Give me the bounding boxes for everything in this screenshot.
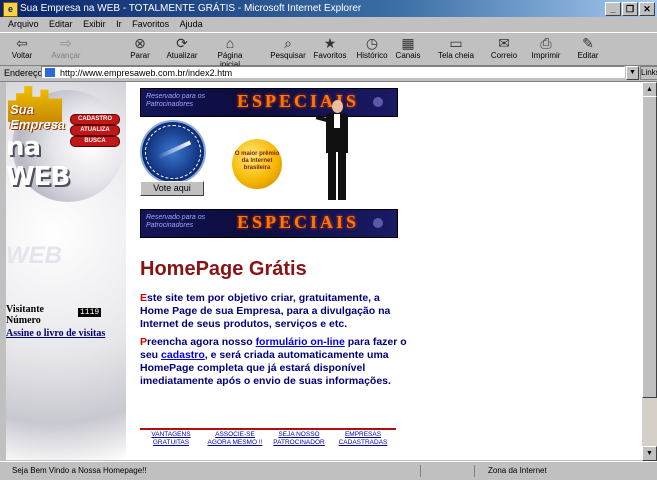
- refresh-button[interactable]: ⟳ Atualizar: [162, 35, 202, 60]
- history-button[interactable]: ◷ Histórico: [352, 35, 392, 60]
- edit-icon: ✎: [582, 35, 594, 51]
- status-message: Seja Bem Vindo a Nossa Homepage!!: [12, 466, 147, 475]
- star-icon: [373, 218, 383, 228]
- channels-icon: ▦: [401, 35, 415, 51]
- logo-na-web: na WEB: [6, 132, 70, 192]
- scroll-down-arrow-icon[interactable]: ▼: [642, 446, 657, 461]
- guestbook-link[interactable]: Assine o livro de visitas: [6, 328, 105, 339]
- scroll-up-arrow-icon[interactable]: ▲: [642, 82, 657, 97]
- stop-icon: ⊗: [134, 35, 146, 51]
- banner-reserved-text: Reservado para os Patrocinadores: [146, 93, 206, 108]
- footer-divider: [140, 428, 396, 430]
- cadastro-link[interactable]: cadastro: [161, 349, 205, 361]
- menu-bar: Arquivo Editar Exibir Ir Favoritos Ajuda: [0, 17, 657, 31]
- channels-button[interactable]: ▦ Canais: [388, 35, 428, 60]
- banner-reserved-text: Reservado para os Patrocinadores: [146, 214, 206, 229]
- left-column: Sua Empresa na WEB CADASTRO ATUALIZA BUS…: [6, 82, 126, 460]
- presenter-figure: [315, 100, 358, 202]
- search-button[interactable]: ⌕ Pesquisar: [268, 35, 308, 60]
- window-title: Sua Empresa na WEB - TOTALMENTE GRÁTIS -…: [20, 3, 362, 14]
- page-icon: [45, 68, 55, 77]
- back-button[interactable]: ⇦ Voltar: [2, 35, 42, 60]
- faded-watermark: WEB: [6, 242, 62, 269]
- visitor-counter-label: Visitante Número: [6, 304, 44, 326]
- intro-paragraph: Este site tem por objetivo criar, gratui…: [140, 292, 391, 330]
- star-icon: [373, 97, 383, 107]
- favorites-button[interactable]: ★ Favoritos: [310, 35, 350, 60]
- fullscreen-icon: ▭: [449, 35, 463, 51]
- address-label: Endereço: [4, 68, 43, 78]
- links-button[interactable]: Links: [640, 66, 657, 80]
- vote-award-logo-icon[interactable]: [140, 120, 206, 184]
- busca-button[interactable]: BUSCA: [70, 136, 120, 147]
- home-button[interactable]: ⌂ Página inicial: [207, 35, 253, 69]
- logo-sua-empresa: Sua Empresa: [10, 102, 65, 132]
- banner-title: ESPECIAIS: [237, 212, 360, 232]
- forward-button[interactable]: ⇨ Avançar: [46, 35, 86, 60]
- menu-favoritos[interactable]: Favoritos: [132, 19, 169, 29]
- stop-button[interactable]: ⊗ Parar: [120, 35, 160, 60]
- refresh-icon: ⟳: [176, 35, 188, 51]
- close-button[interactable]: ✕: [639, 2, 655, 16]
- mail-button[interactable]: ✉ Correio: [484, 35, 524, 60]
- prize-badge[interactable]: O maior prêmio da Internet brasileira: [232, 139, 282, 189]
- vote-button[interactable]: Vote aqui: [140, 181, 204, 196]
- footer-link-patrocinador[interactable]: SEJA NOSSO PATROCINADOR: [268, 431, 330, 447]
- form-paragraph: Preencha agora nosso formulário on-line …: [140, 336, 407, 387]
- address-dropdown-button[interactable]: ▼: [626, 66, 639, 80]
- page-heading: HomePage Grátis: [140, 258, 307, 280]
- atualiza-button[interactable]: ATUALIZA: [70, 125, 120, 136]
- forward-arrow-icon: ⇨: [60, 35, 72, 51]
- page-content: Sua Empresa na WEB CADASTRO ATUALIZA BUS…: [6, 82, 642, 460]
- sponsor-banner-top[interactable]: Reservado para os Patrocinadores ESPECIA…: [140, 88, 398, 117]
- security-zone: Zona da Internet: [488, 466, 547, 475]
- fullscreen-button[interactable]: ▭ Tela cheia: [436, 35, 476, 60]
- vertical-scrollbar[interactable]: ▲ ▼: [642, 82, 657, 461]
- window-controls: _ ❐ ✕: [605, 2, 655, 16]
- history-icon: ◷: [365, 35, 379, 51]
- form-link[interactable]: formulário on-line: [256, 336, 345, 348]
- minimize-button[interactable]: _: [605, 2, 621, 16]
- footer-link-associe[interactable]: ASSOCIE-SE AGORA MESMO !!: [204, 431, 266, 447]
- browser-icon: e: [3, 2, 18, 17]
- mail-icon: ✉: [498, 35, 510, 51]
- address-bar: Endereço http://www.empresaweb.com.br/in…: [0, 65, 657, 82]
- menu-ir[interactable]: Ir: [116, 19, 122, 29]
- print-icon: ⎙: [540, 35, 552, 51]
- scroll-thumb[interactable]: [642, 96, 657, 398]
- sponsor-banner-bottom[interactable]: Reservado para os Patrocinadores ESPECIA…: [140, 209, 398, 238]
- home-icon: ⌂: [225, 35, 235, 51]
- cadastro-button[interactable]: CADASTRO: [70, 114, 120, 125]
- edit-button[interactable]: ✎ Editar: [568, 35, 608, 60]
- menu-exibir[interactable]: Exibir: [83, 19, 106, 29]
- favorites-icon: ★: [323, 35, 337, 51]
- maximize-button[interactable]: ❐: [622, 2, 638, 16]
- address-input[interactable]: http://www.empresaweb.com.br/index2.htm: [41, 66, 625, 78]
- search-icon: ⌕: [284, 35, 292, 51]
- footer-link-empresas[interactable]: EMPRESAS CADASTRADAS: [332, 431, 394, 447]
- menu-editar[interactable]: Editar: [49, 19, 73, 29]
- footer-link-vantagens[interactable]: VANTAGENS GRATUITAS: [140, 431, 202, 447]
- title-bar: e Sua Empresa na WEB - TOTALMENTE GRÁTIS…: [0, 0, 657, 17]
- print-button[interactable]: ⎙ Imprimir: [526, 35, 566, 60]
- menu-arquivo[interactable]: Arquivo: [8, 19, 39, 29]
- status-bar: Seja Bem Vindo a Nossa Homepage!! Zona d…: [0, 461, 657, 480]
- visitor-count: 1119: [78, 308, 102, 317]
- back-arrow-icon: ⇦: [16, 35, 28, 51]
- menu-ajuda[interactable]: Ajuda: [180, 19, 203, 29]
- toolbar: ⇦ Voltar ⇨ Avançar ⊗ Parar ⟳ Atualizar ⌂ Pági…: [0, 32, 657, 69]
